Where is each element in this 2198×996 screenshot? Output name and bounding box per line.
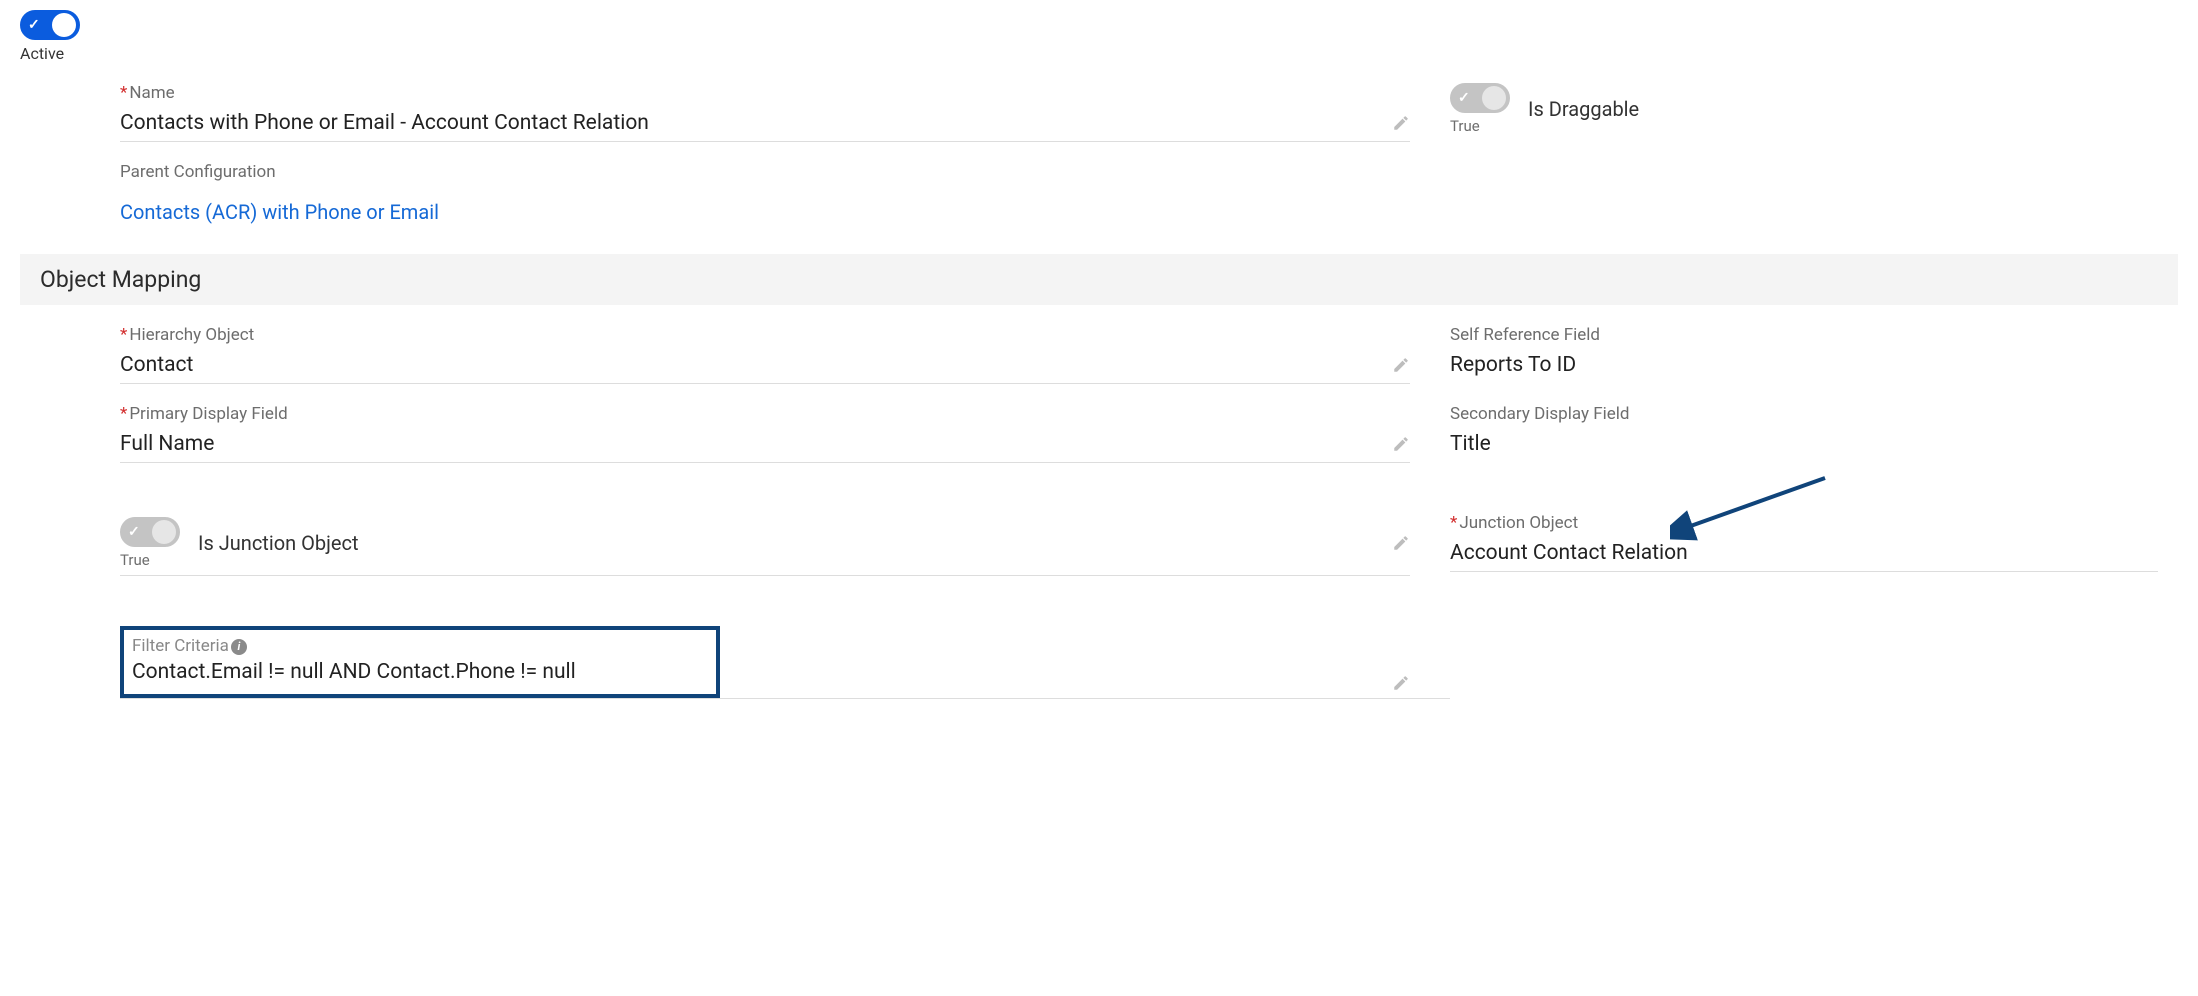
- pencil-icon[interactable]: [1392, 674, 1410, 698]
- is-draggable-caption: True: [1450, 117, 1510, 135]
- filter-criteria-value: Contact.Email != null AND Contact.Phone …: [132, 660, 708, 684]
- object-mapping-section-header: Object Mapping: [20, 254, 2178, 305]
- hierarchy-object-value: Contact: [120, 353, 1384, 377]
- is-junction-label: Is Junction Object: [198, 531, 359, 555]
- name-field[interactable]: Contacts with Phone or Email - Account C…: [120, 107, 1410, 142]
- pencil-icon[interactable]: [1392, 114, 1410, 132]
- is-draggable-toggle-field: ✓ True Is Draggable: [1450, 83, 2158, 135]
- pencil-icon[interactable]: [1392, 534, 1410, 552]
- is-junction-toggle-field: ✓ True Is Junction Object: [120, 517, 1384, 569]
- self-reference-label: Self Reference Field: [1450, 325, 2158, 345]
- parent-config-link[interactable]: Contacts (ACR) with Phone or Email: [120, 200, 439, 224]
- junction-object-value: Account Contact Relation: [1450, 541, 2158, 565]
- secondary-display-value: Title: [1450, 428, 2158, 460]
- primary-display-label: *Primary Display Field: [120, 404, 1410, 424]
- toggle-knob: [52, 13, 76, 37]
- info-icon[interactable]: i: [231, 639, 247, 655]
- primary-display-value: Full Name: [120, 432, 1384, 456]
- pencil-icon[interactable]: [1392, 435, 1410, 453]
- filter-criteria-label: Filter Criteriai: [132, 636, 708, 656]
- active-toggle[interactable]: ✓: [20, 10, 80, 40]
- required-asterisk: *: [1450, 513, 1457, 533]
- check-icon: ✓: [28, 17, 40, 33]
- active-toggle-wrap: ✓ Active: [20, 10, 80, 63]
- parent-config-label: Parent Configuration: [120, 162, 1410, 182]
- toggle-knob: [152, 520, 176, 544]
- check-icon: ✓: [128, 524, 140, 540]
- secondary-display-label: Secondary Display Field: [1450, 404, 2158, 424]
- is-junction-caption: True: [120, 551, 180, 569]
- is-draggable-toggle[interactable]: ✓: [1450, 83, 1510, 113]
- hierarchy-object-label: *Hierarchy Object: [120, 325, 1410, 345]
- hierarchy-object-field[interactable]: Contact: [120, 349, 1410, 384]
- self-reference-value: Reports To ID: [1450, 349, 2158, 381]
- required-asterisk: *: [120, 83, 127, 103]
- toggle-knob: [1482, 86, 1506, 110]
- active-toggle-caption: Active: [20, 44, 80, 63]
- required-asterisk: *: [120, 325, 127, 345]
- is-junction-toggle[interactable]: ✓: [120, 517, 180, 547]
- name-value: Contacts with Phone or Email - Account C…: [120, 111, 1384, 135]
- pencil-icon[interactable]: [1392, 356, 1410, 374]
- name-label: *Name: [120, 83, 1410, 103]
- filter-criteria-highlight: Filter Criteriai Contact.Email != null A…: [120, 626, 720, 698]
- is-draggable-label: Is Draggable: [1528, 97, 1639, 121]
- primary-display-field[interactable]: Full Name: [120, 428, 1410, 463]
- check-icon: ✓: [1458, 90, 1470, 106]
- required-asterisk: *: [120, 404, 127, 424]
- annotation-arrow-icon: [1670, 473, 1840, 543]
